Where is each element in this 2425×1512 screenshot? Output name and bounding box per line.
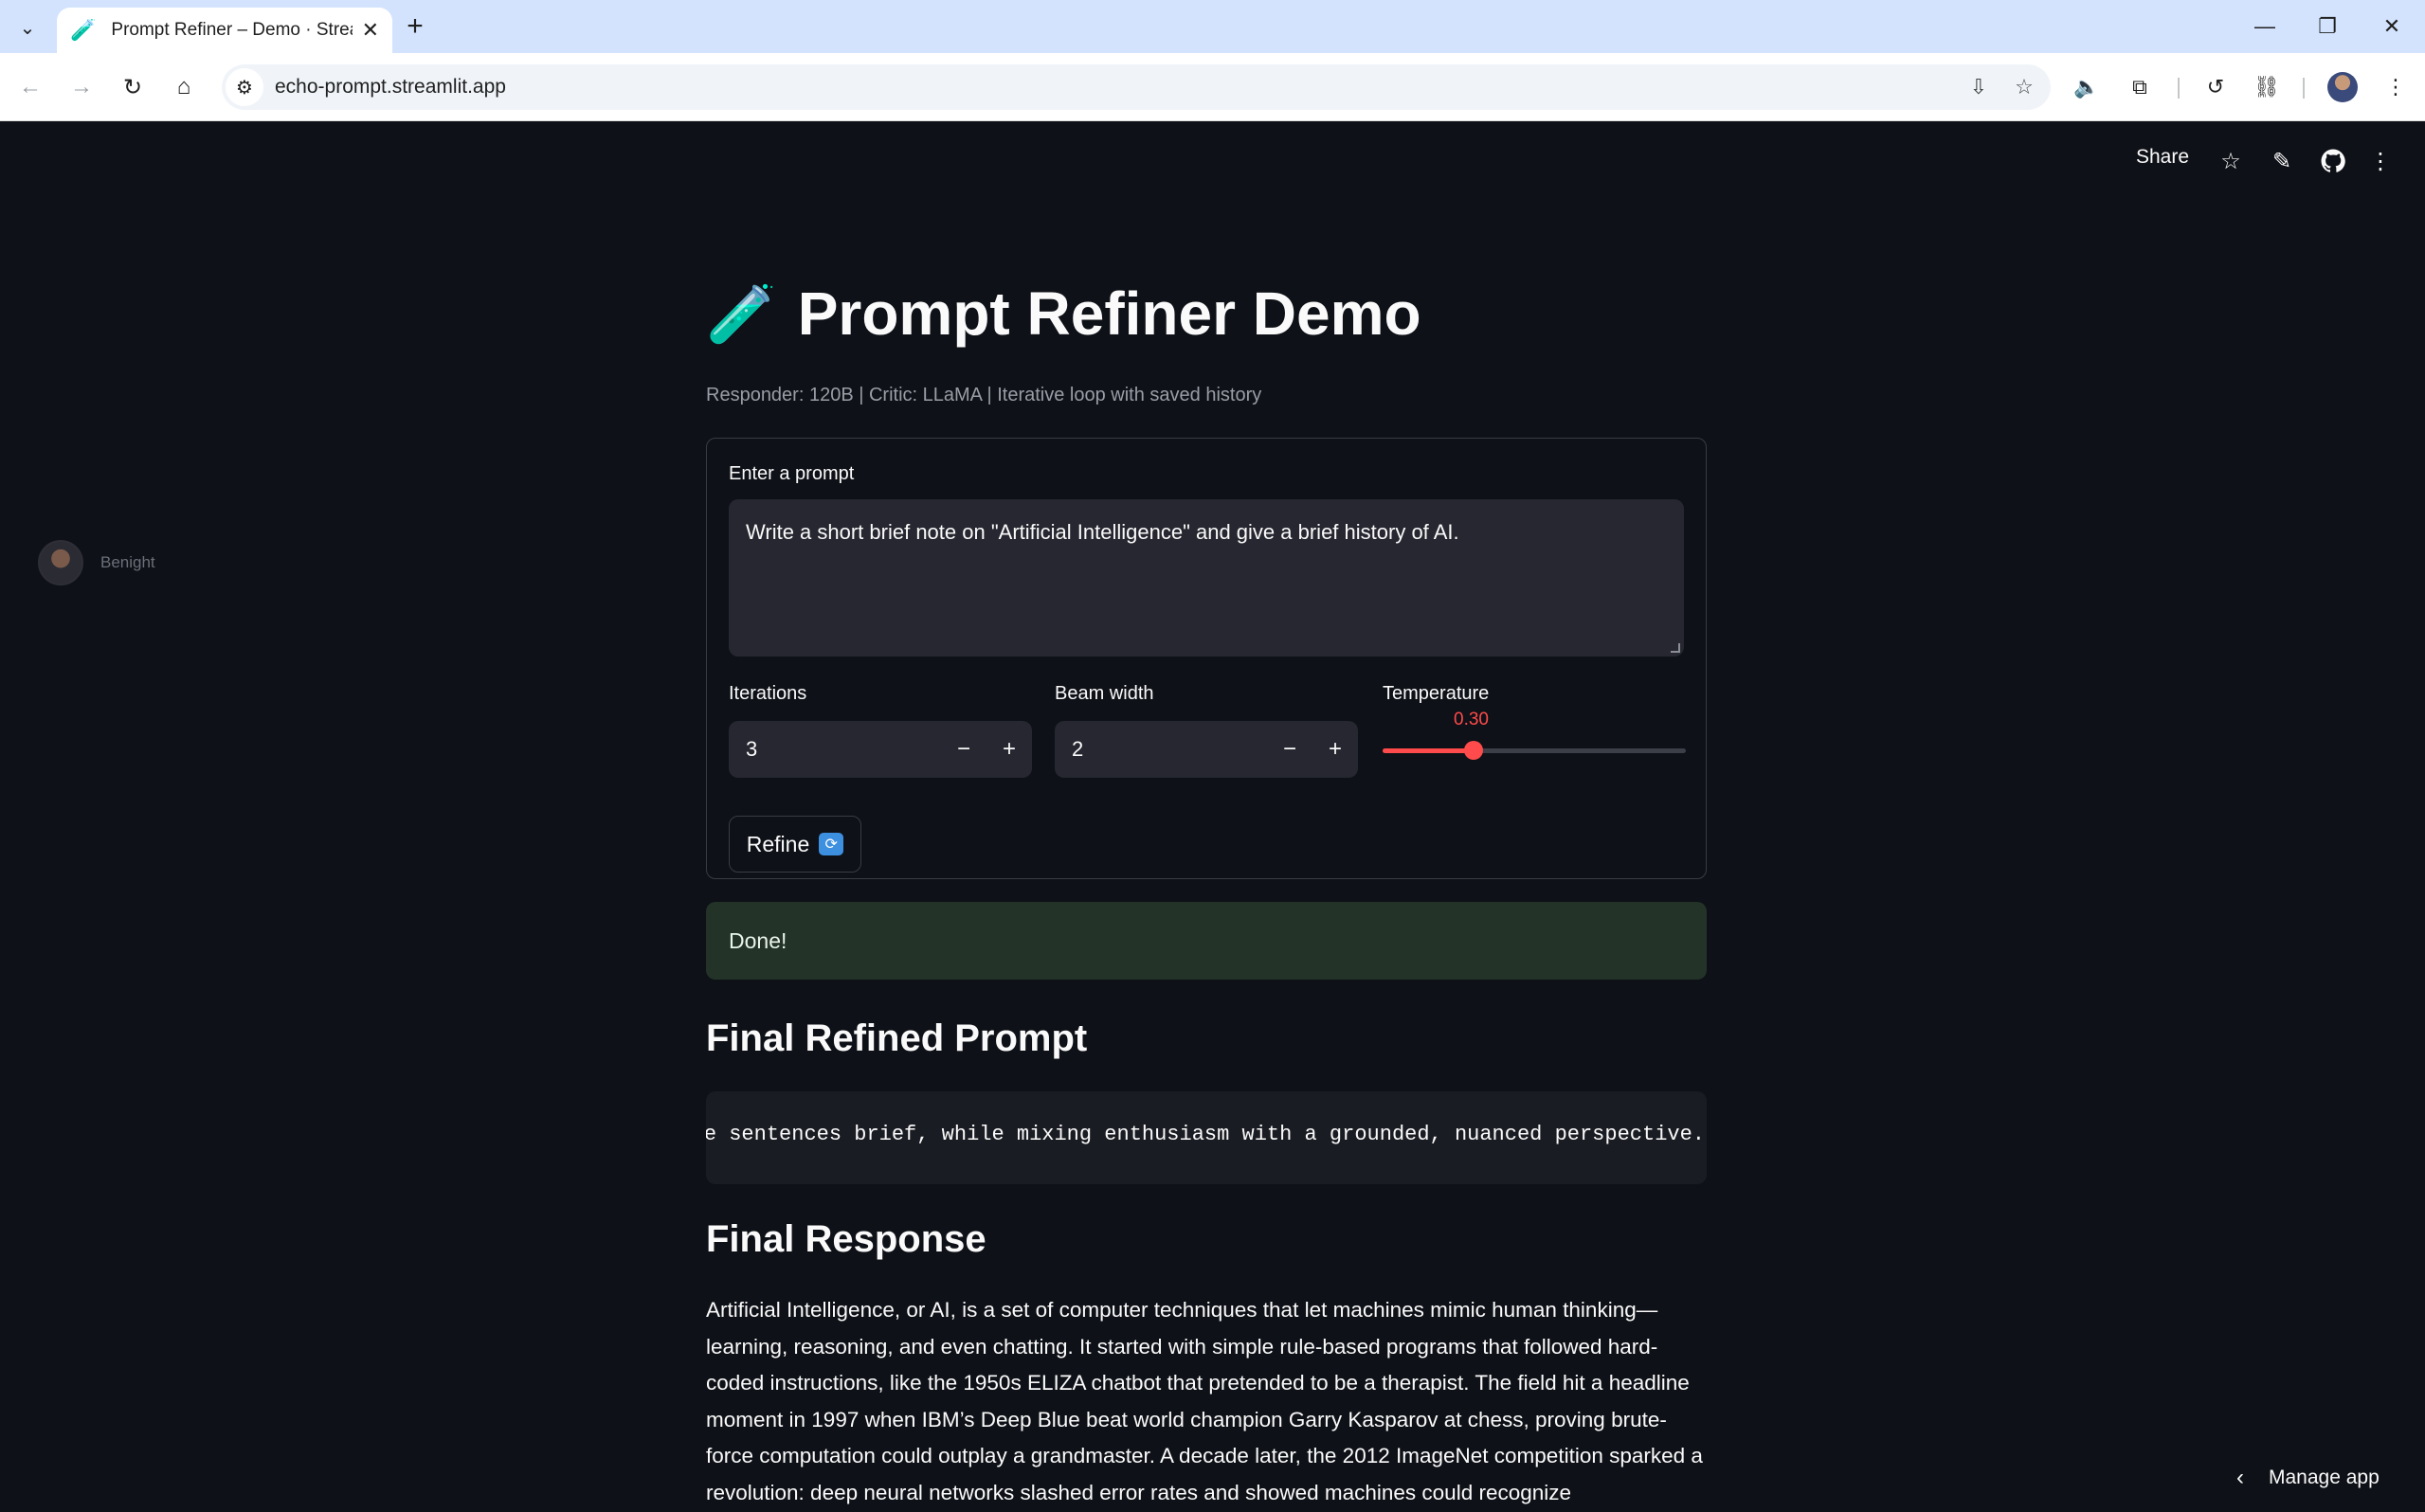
final-response-text: Artificial Intelligence, or AI, is a set… xyxy=(706,1298,1703,1504)
beam-width-label: Beam width xyxy=(1055,683,1154,704)
window-close-icon[interactable]: ✕ xyxy=(2363,8,2420,45)
github-icon[interactable] xyxy=(2316,144,2350,178)
chevron-left-icon: ‹ xyxy=(2236,1465,2244,1490)
tab-search-chevron-icon[interactable]: ⌄ xyxy=(11,11,44,44)
page-title-text: Prompt Refiner Demo xyxy=(797,279,1421,348)
page-title: 🧪 Prompt Refiner Demo xyxy=(706,279,1421,349)
toolbar-divider xyxy=(2178,78,2180,99)
iterations-decrement-icon[interactable]: − xyxy=(941,721,986,778)
more-vert-icon[interactable]: ⋮ xyxy=(2363,144,2398,178)
iterations-value[interactable]: 3 xyxy=(729,737,941,762)
temperature-slider[interactable] xyxy=(1383,741,1686,760)
page-caption: Responder: 120B | Critic: LLaMA | Iterat… xyxy=(706,385,1262,405)
more-vert-icon[interactable]: ⋮ xyxy=(2379,70,2413,104)
reload-icon[interactable]: ↻ xyxy=(116,70,150,104)
temperature-value: 0.30 xyxy=(1454,710,1489,729)
temperature-slider-thumb[interactable] xyxy=(1464,741,1483,760)
browser-tab-strip: ⌄ 🧪 Prompt Refiner – Demo · Stream ✕ + —… xyxy=(0,0,2425,53)
url-text[interactable]: echo-prompt.streamlit.app xyxy=(275,76,1960,99)
beam-decrement-icon[interactable]: − xyxy=(1267,721,1312,778)
beam-width-value[interactable]: 2 xyxy=(1055,737,1267,762)
success-alert: Done! xyxy=(706,902,1707,980)
iterations-increment-icon[interactable]: + xyxy=(986,721,1032,778)
back-arrow-icon[interactable]: ← xyxy=(13,70,47,104)
site-settings-icon[interactable]: ⚙ xyxy=(226,68,263,106)
bookmark-star-icon[interactable]: ☆ xyxy=(2005,68,2043,106)
final-prompt-heading: Final Refined Prompt xyxy=(706,1017,1088,1059)
tab-title: Prompt Refiner – Demo · Stream xyxy=(111,20,353,40)
test-tube-icon: 🧪 xyxy=(70,18,97,42)
browser-toolbar: ← → ↻ ⌂ ⚙ echo-prompt.streamlit.app ⇩ ☆ … xyxy=(0,53,2425,121)
temperature-label: Temperature xyxy=(1383,683,1490,704)
link-icon[interactable]: ⛓ xyxy=(2250,70,2284,104)
install-app-icon[interactable]: ⇩ xyxy=(1960,68,1998,106)
minimize-icon[interactable]: — xyxy=(2236,8,2293,45)
extensions-puzzle-icon[interactable]: ⧉ xyxy=(2123,70,2157,104)
streamlit-app: Share ☆ ✎ ⋮ Benight 🧪 Prompt Refiner Dem… xyxy=(0,121,2425,1512)
refine-button[interactable]: Refine ⟳ xyxy=(729,816,861,873)
user-name: Benight xyxy=(100,553,155,571)
toolbar-divider xyxy=(2303,78,2305,99)
refresh-icon: ⟳ xyxy=(819,833,844,855)
final-response-heading: Final Response xyxy=(706,1218,986,1260)
success-message: Done! xyxy=(729,927,787,953)
share-button[interactable]: Share xyxy=(2136,146,2189,169)
manage-app-label: Manage app xyxy=(2269,1467,2380,1488)
avatar xyxy=(38,540,83,585)
prompt-textarea[interactable]: Write a short brief note on "Artificial … xyxy=(729,499,1684,657)
speaker-icon[interactable]: 🔈 xyxy=(2070,70,2104,104)
profile-avatar[interactable] xyxy=(2327,72,2358,102)
history-icon[interactable]: ↺ xyxy=(2199,70,2233,104)
user-chip[interactable]: Benight xyxy=(38,540,155,585)
beam-width-number-input[interactable]: 2 − + xyxy=(1055,721,1358,778)
prompt-form: Enter a prompt Write a short brief note … xyxy=(706,438,1707,879)
iterations-label: Iterations xyxy=(729,683,807,704)
final-prompt-code: d the sentences brief, while mixing enth… xyxy=(706,1123,1705,1146)
resize-handle-icon[interactable] xyxy=(1671,643,1680,653)
star-icon[interactable]: ☆ xyxy=(2214,144,2248,178)
test-tube-icon: 🧪 xyxy=(706,281,777,346)
manage-app-button[interactable]: ‹ Manage app xyxy=(2236,1465,2380,1491)
restore-icon[interactable]: ❐ xyxy=(2299,8,2356,45)
browser-tab-active[interactable]: 🧪 Prompt Refiner – Demo · Stream ✕ xyxy=(57,8,392,53)
new-tab-button[interactable]: + xyxy=(398,9,432,44)
home-icon[interactable]: ⌂ xyxy=(167,70,201,104)
iterations-number-input[interactable]: 3 − + xyxy=(729,721,1032,778)
prompt-label: Enter a prompt xyxy=(729,463,855,484)
prompt-text[interactable]: Write a short brief note on "Artificial … xyxy=(746,520,1459,544)
edit-pencil-icon[interactable]: ✎ xyxy=(2265,144,2299,178)
temperature-slider-fill xyxy=(1383,748,1474,753)
refine-label: Refine xyxy=(746,831,810,856)
beam-increment-icon[interactable]: + xyxy=(1312,721,1358,778)
close-icon[interactable]: ✕ xyxy=(362,18,379,43)
final-prompt-code-block[interactable]: d the sentences brief, while mixing enth… xyxy=(706,1091,1707,1184)
address-bar[interactable]: ⚙ echo-prompt.streamlit.app ⇩ ☆ xyxy=(222,64,2051,110)
forward-arrow-icon[interactable]: → xyxy=(64,70,99,104)
